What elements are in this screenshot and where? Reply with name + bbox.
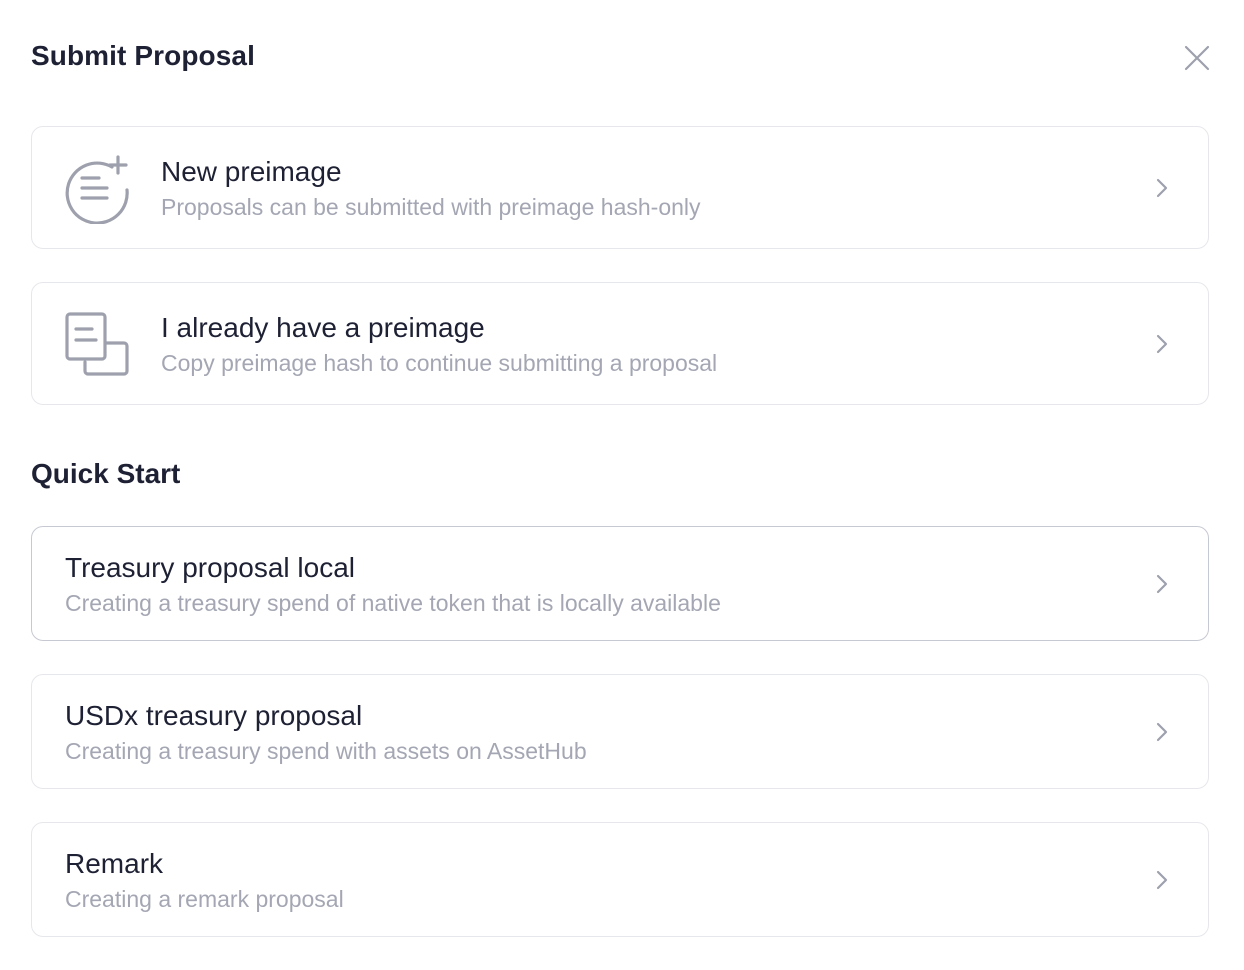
new-preimage-icon: [62, 154, 132, 225]
card-description: Proposals can be submitted with preimage…: [161, 194, 701, 220]
remark-card[interactable]: Remark Creating a remark proposal: [31, 822, 1209, 937]
card-description: Creating a treasury spend with assets on…: [65, 738, 587, 764]
card-title: Remark: [65, 848, 164, 879]
usdx-treasury-proposal-card[interactable]: USDx treasury proposal Creating a treasu…: [31, 674, 1209, 789]
usdx-treasury-proposal-text: USDx treasury proposal Creating a treasu…: [65, 699, 1128, 766]
treasury-proposal-local-card[interactable]: Treasury proposal local Creating a treas…: [31, 526, 1209, 641]
copy-preimage-icon: [62, 310, 132, 380]
card-title: Treasury proposal local: [65, 552, 355, 583]
remark-text: Remark Creating a remark proposal: [65, 847, 1128, 914]
chevron-right-icon: [1156, 574, 1168, 594]
card-description: Creating a remark proposal: [65, 886, 344, 912]
dialog-header: Submit Proposal: [31, 38, 1211, 78]
chevron-right-icon: [1156, 870, 1168, 890]
existing-preimage-card[interactable]: I already have a preimage Copy preimage …: [31, 282, 1209, 405]
chevron-right-icon: [1156, 178, 1168, 198]
new-preimage-card[interactable]: New preimage Proposals can be submitted …: [31, 126, 1209, 249]
card-description: Copy preimage hash to continue submittin…: [161, 350, 718, 376]
card-title: USDx treasury proposal: [65, 700, 363, 731]
new-preimage-text: New preimage Proposals can be submitted …: [161, 155, 1128, 222]
card-description: Creating a treasury spend of native toke…: [65, 590, 721, 616]
submit-proposal-dialog: Submit Proposal New preimage Proposals c…: [0, 0, 1244, 970]
chevron-right-icon: [1156, 722, 1168, 742]
chevron-right-icon: [1156, 334, 1168, 354]
existing-preimage-text: I already have a preimage Copy preimage …: [161, 311, 1128, 378]
dialog-title: Submit Proposal: [31, 40, 255, 71]
close-button[interactable]: [1183, 44, 1211, 72]
close-icon: [1184, 45, 1210, 71]
treasury-proposal-local-text: Treasury proposal local Creating a treas…: [65, 551, 1128, 618]
card-title: New preimage: [161, 156, 342, 187]
quick-start-heading: Quick Start: [31, 458, 181, 489]
card-title: I already have a preimage: [161, 312, 485, 343]
